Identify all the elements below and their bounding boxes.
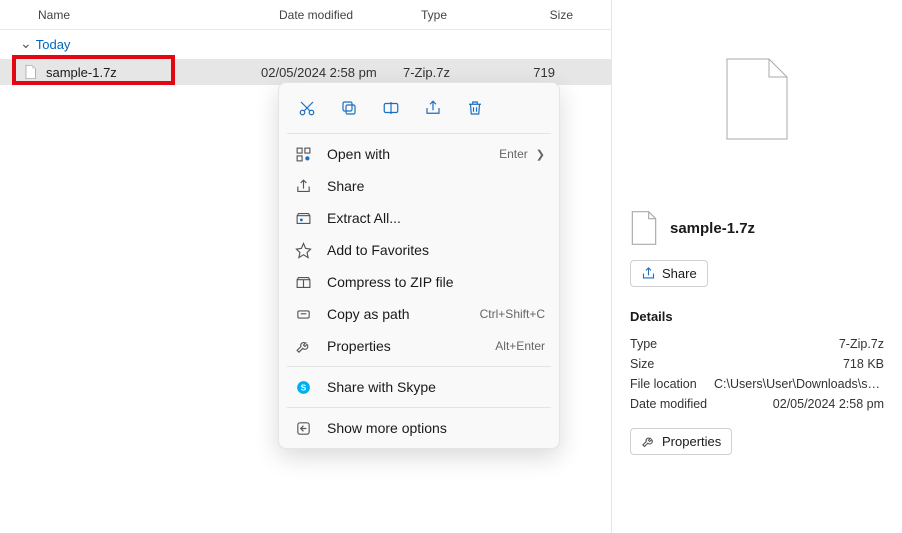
separator: [287, 407, 551, 408]
menu-label: Show more options: [327, 420, 545, 436]
menu-accel: Enter: [499, 147, 528, 161]
share-label: Share: [662, 266, 697, 281]
open-with-icon: [293, 144, 313, 164]
menu-label: Compress to ZIP file: [327, 274, 545, 290]
zip-icon: [293, 272, 313, 292]
menu-share-skype[interactable]: S Share with Skype: [279, 371, 559, 403]
menu-compress-zip[interactable]: Compress to ZIP file: [279, 266, 559, 298]
file-list-pane: Name Date modified Type Size Today sampl…: [0, 0, 612, 533]
file-title: sample-1.7z: [670, 220, 755, 237]
menu-label: Share with Skype: [327, 379, 545, 395]
menu-properties[interactable]: Properties Alt+Enter: [279, 330, 559, 362]
share-icon[interactable]: [415, 93, 451, 123]
menu-more-options[interactable]: Show more options: [279, 412, 559, 444]
wrench-icon: [641, 434, 656, 449]
detail-type: Type7-Zip.7z: [630, 334, 884, 354]
file-icon: [22, 64, 38, 80]
separator: [287, 366, 551, 367]
menu-share[interactable]: Share: [279, 170, 559, 202]
star-icon: [293, 240, 313, 260]
more-icon: [293, 418, 313, 438]
menu-copy-path[interactable]: Copy as path Ctrl+Shift+C: [279, 298, 559, 330]
group-today[interactable]: Today: [0, 30, 611, 59]
col-name[interactable]: Name: [38, 8, 279, 22]
file-title-row: sample-1.7z: [630, 210, 884, 246]
menu-accel: Ctrl+Shift+C: [480, 307, 545, 321]
extract-icon: [293, 208, 313, 228]
svg-text:S: S: [300, 382, 306, 392]
details-pane: sample-1.7z Share Details Type7-Zip.7z S…: [612, 0, 902, 533]
properties-button[interactable]: Properties: [630, 428, 732, 455]
menu-label: Extract All...: [327, 210, 545, 226]
delete-icon[interactable]: [457, 93, 493, 123]
column-headers: Name Date modified Type Size: [0, 0, 611, 30]
wrench-icon: [293, 336, 313, 356]
menu-label: Open with: [327, 146, 499, 162]
chevron-right-icon: ❯: [536, 148, 545, 161]
share-button[interactable]: Share: [630, 260, 708, 287]
menu-add-favorites[interactable]: Add to Favorites: [279, 234, 559, 266]
detail-size: Size718 KB: [630, 354, 884, 374]
detail-modified: Date modified02/05/2024 2:58 pm: [630, 394, 884, 414]
menu-label: Add to Favorites: [327, 242, 545, 258]
detail-location: File locationC:\Users\User\Downloads\sa.…: [630, 374, 884, 394]
col-date[interactable]: Date modified: [279, 8, 421, 22]
menu-accel: Alt+Enter: [495, 339, 545, 353]
copy-icon[interactable]: [331, 93, 367, 123]
menu-label: Properties: [327, 338, 495, 354]
menu-label: Share: [327, 178, 545, 194]
skype-icon: S: [293, 377, 313, 397]
cut-icon[interactable]: [289, 93, 325, 123]
context-toolbar: [279, 87, 559, 129]
file-name: sample-1.7z: [46, 65, 261, 80]
col-type[interactable]: Type: [421, 8, 533, 22]
copy-path-icon: [293, 304, 313, 324]
col-size[interactable]: Size: [533, 8, 573, 22]
share-icon: [293, 176, 313, 196]
details-heading: Details: [630, 309, 884, 324]
share-icon: [641, 266, 656, 281]
menu-extract-all[interactable]: Extract All...: [279, 202, 559, 234]
rename-icon[interactable]: [373, 93, 409, 123]
file-date: 02/05/2024 2:58 pm: [261, 65, 403, 80]
file-type: 7-Zip.7z: [403, 65, 515, 80]
file-size: 719: [515, 65, 555, 80]
menu-open-with[interactable]: Open with Enter ❯: [279, 138, 559, 170]
context-menu: Open with Enter ❯ Share Extract All... A…: [278, 82, 560, 449]
file-thumbnail: [726, 58, 788, 140]
file-icon: [630, 210, 658, 246]
properties-label: Properties: [662, 434, 721, 449]
separator: [287, 133, 551, 134]
menu-label: Copy as path: [327, 306, 480, 322]
